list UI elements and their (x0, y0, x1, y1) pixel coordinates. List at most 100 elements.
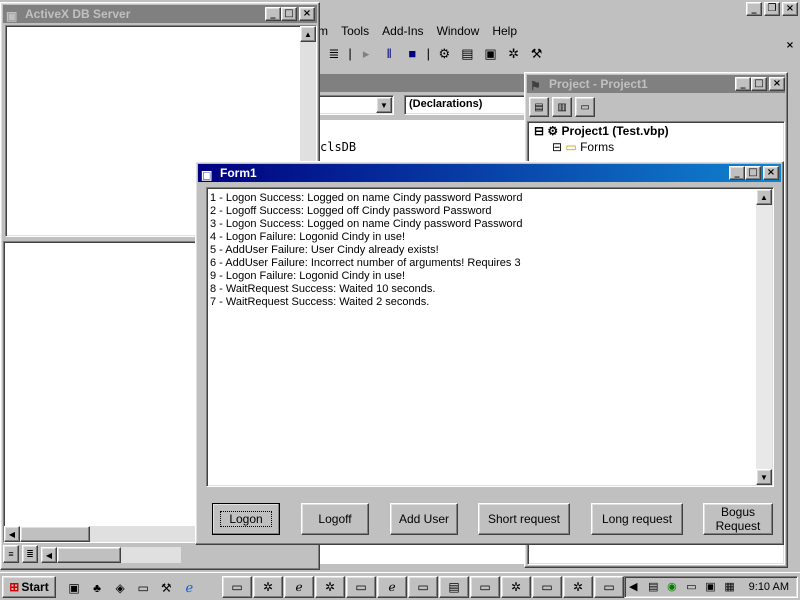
task-button-wizard[interactable]: ✲ (315, 576, 345, 598)
list-item[interactable]: 7 - WaitRequest Success: Waited 2 second… (210, 296, 522, 309)
view-code-icon[interactable]: ▤ (529, 97, 549, 117)
toolbox-icon[interactable]: ⚒ (527, 44, 547, 64)
list-item[interactable]: 8 - WaitRequest Success: Waited 10 secon… (210, 283, 522, 296)
project-minimize-button[interactable]: _ (735, 77, 751, 91)
scroll-thumb[interactable] (20, 526, 90, 542)
list-item[interactable]: 1 - Logon Success: Logged on name Cindy … (210, 192, 522, 205)
mdi-restore-icon[interactable]: × (782, 40, 798, 54)
chevron-down-icon[interactable]: ▼ (376, 97, 392, 113)
ide-minimize-button[interactable]: _ (746, 2, 762, 16)
menu-item-window[interactable]: Window (437, 22, 480, 40)
tree-item-forms[interactable]: ⊟ ▭ Forms (534, 140, 778, 154)
stop-icon[interactable]: ■ (402, 44, 422, 64)
activex-title: ActiveX DB Server (25, 7, 131, 21)
short-request-button[interactable]: Short request (478, 503, 570, 535)
display-icon[interactable]: ▭ (686, 580, 700, 594)
list-item[interactable]: 2 - Logoff Success: Logged off Cindy pas… (210, 205, 522, 218)
project-close-button[interactable]: × (769, 77, 785, 91)
scroll-up-icon[interactable]: ▲ (756, 189, 772, 205)
form1-maximize-button[interactable]: □ (745, 166, 761, 180)
task-button-folder[interactable]: ▭ (346, 576, 376, 598)
object-browser-icon[interactable]: ✲ (504, 44, 524, 64)
project-maximize-button[interactable]: □ (751, 77, 767, 91)
ide-close-button[interactable]: × (782, 2, 798, 16)
form1-close-button[interactable]: × (763, 166, 779, 180)
pause-icon[interactable]: ‖ (379, 44, 399, 64)
form1-minimize-button[interactable]: _ (729, 166, 745, 180)
task-button-wizard[interactable]: ✲ (253, 576, 283, 598)
form1-titlebar: ▣ Form1 _ □ × (198, 164, 781, 182)
task-button-window[interactable]: ▭ (594, 576, 624, 598)
menu-item-help[interactable]: Help (492, 22, 517, 40)
scroll-down-icon[interactable]: ▼ (756, 469, 772, 485)
logon-button[interactable]: Logon (212, 503, 280, 535)
activex-close-button[interactable]: × (299, 7, 315, 21)
clock[interactable]: 9:10 AM (749, 581, 789, 593)
run-icon[interactable]: ▸ (356, 44, 376, 64)
log-list[interactable]: 1 - Logon Success: Logged on name Cindy … (206, 187, 774, 487)
task-scheduler-icon[interactable]: ▣ (705, 580, 719, 594)
scroll-thumb[interactable] (57, 547, 121, 563)
properties-window-icon[interactable]: ▤ (457, 44, 477, 64)
collapse-icon[interactable]: ⊟ (534, 124, 544, 138)
procedure-combo[interactable]: (Declarations) (404, 95, 528, 115)
project-node-icon: ⚙ (547, 124, 559, 138)
object-combo[interactable]: ▼ (318, 95, 394, 115)
activex-minimize-button[interactable]: _ (265, 7, 281, 21)
tool-icon[interactable]: ⚒ (156, 578, 176, 598)
list-item[interactable]: 4 - Logon Failure: Logonid Cindy in use! (210, 231, 522, 244)
view-object-icon[interactable]: ▥ (552, 97, 573, 117)
list-item[interactable]: 9 - Logon Failure: Logonid Cindy in use! (210, 270, 522, 283)
scroll-left-icon[interactable]: ◀ (4, 526, 20, 542)
task-button-wizard[interactable]: ✲ (501, 576, 531, 598)
window-icon[interactable]: ▭ (133, 578, 153, 598)
scroll-left-icon[interactable]: ◀ (41, 547, 57, 563)
task-button-browser[interactable]: ℯ (377, 576, 407, 598)
internet-explorer-icon[interactable]: ℯ (179, 578, 199, 598)
task-button-folder[interactable]: ▭ (408, 576, 438, 598)
list-item[interactable]: 5 - AddUser Failure: User Cindy already … (210, 244, 522, 257)
procedure-view-icon[interactable]: ≡ (3, 545, 19, 563)
ide-restore-button[interactable]: ❐ (764, 2, 780, 16)
start-button[interactable]: ⊞ Start (2, 576, 56, 598)
short-request-button-label: Short request (487, 512, 561, 526)
toggle-folders-icon[interactable]: ▭ (575, 97, 596, 117)
task-button-window[interactable]: ▭ (532, 576, 562, 598)
logoff-button[interactable]: Logoff (301, 503, 369, 535)
list-item[interactable]: 3 - Logon Success: Logged on name Cindy … (210, 218, 522, 231)
app-icon[interactable]: ◈ (110, 578, 130, 598)
task-button-wizard[interactable]: ✲ (563, 576, 593, 598)
menu-item-add-ins[interactable]: Add-Ins (382, 22, 423, 40)
task-button-folder[interactable]: ▭ (222, 576, 252, 598)
project-window-titlebar: ⚑ Project - Project1 _ □ × (527, 75, 785, 93)
project-explorer-icon[interactable]: ⚙ (434, 44, 454, 64)
windows-logo-icon: ⊞ (9, 580, 20, 594)
form-layout-icon[interactable]: ▣ (481, 44, 501, 64)
bogus-request-button[interactable]: Bogus Request (703, 503, 773, 535)
log-scrollbar[interactable]: ▲ ▼ (756, 189, 772, 485)
tree-item-project[interactable]: ⊟ ⚙ Project1 (Test.vbp) (534, 124, 778, 138)
scroll-up-icon[interactable]: ▲ (300, 26, 316, 42)
calendar-icon[interactable]: ▦ (724, 580, 738, 594)
long-request-button[interactable]: Long request (591, 503, 683, 535)
network-icon[interactable]: ♣ (87, 578, 107, 598)
form-icon: ▣ (201, 168, 213, 182)
globe-icon[interactable]: ◉ (667, 580, 681, 594)
add-user-button[interactable]: Add User (390, 503, 458, 535)
procedure-combo-value: (Declarations) (409, 98, 483, 110)
desktop-icon[interactable]: ▣ (64, 578, 84, 598)
task-button-folder[interactable]: ▭ (470, 576, 500, 598)
volume-icon[interactable]: ◀ (629, 580, 643, 594)
activex-maximize-button[interactable]: □ (281, 7, 297, 21)
form1-window: ▣ Form1 _ □ × 1 - Logon Success: Logged … (195, 161, 784, 545)
scrollbar-horizontal[interactable]: ◀ (41, 547, 181, 563)
menu-item-tools[interactable]: Tools (341, 22, 369, 40)
collapse-icon[interactable]: ⊟ (552, 140, 562, 154)
code-text[interactable]: clsDB (320, 140, 356, 154)
task-button-computer[interactable]: ▤ (439, 576, 469, 598)
properties-icon[interactable]: ≣ (324, 44, 344, 64)
list-item[interactable]: 6 - AddUser Failure: Incorrect number of… (210, 257, 522, 270)
task-button-browser[interactable]: ℯ (284, 576, 314, 598)
full-module-view-icon[interactable]: ≣ (22, 545, 39, 563)
network-tray-icon[interactable]: ▤ (648, 580, 662, 594)
